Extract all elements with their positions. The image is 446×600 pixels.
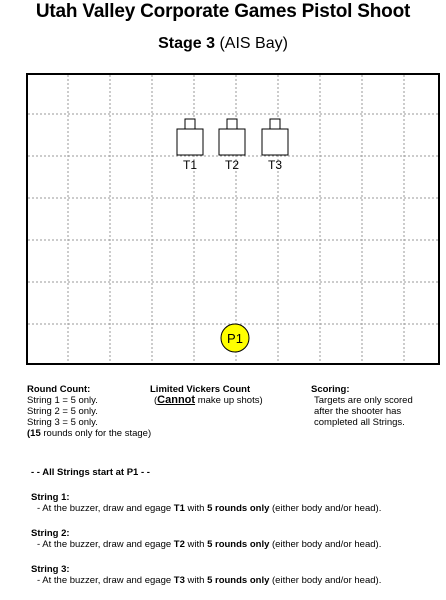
round-count-line: String 2 = 5 only. [27,406,98,417]
page-title: Utah Valley Corporate Games Pistol Shoot [35,1,411,22]
string-label: String 1: [31,492,70,503]
string-item: String 2: - At the buzzer, draw and egag… [31,528,441,550]
string-item: String 1: - At the buzzer, draw and egag… [31,492,441,514]
string-rounds: 5 rounds only [207,539,270,550]
shooting-position-label: P1 [227,331,243,346]
string-text: - At the buzzer, draw and egage [37,575,174,586]
stage-label: Stage 3 [158,35,215,52]
string-text: - At the buzzer, draw and egage [37,539,174,550]
target-label: T1 [183,158,197,172]
scoring-line: completed all Strings. [314,417,405,428]
start-note: - - All Strings start at P1 - - [31,467,150,478]
string-target: T3 [173,575,185,586]
scoring-section: Scoring: Targets are only scored after t… [311,384,413,428]
scoring-line: Targets are only scored [314,395,413,406]
round-count-total: (15 rounds only for the stage) [27,428,151,439]
round-count-total-number: (15 [27,428,41,439]
string-description: - At the buzzer, draw and egage T1 with … [31,503,441,514]
round-count-section: Round Count: String 1 = 5 only. String 2… [27,384,151,439]
string-text: - At the buzzer, draw and egage [37,503,174,514]
target-head [269,118,281,130]
target-group: T1 T2 T3 [176,118,289,172]
stage-location: (AIS Bay) [219,35,288,52]
string-rounds: 5 rounds only [207,575,270,586]
string-instructions: - - All Strings start at P1 - - String 1… [31,467,441,600]
target-body [261,128,289,156]
round-count-line: String 3 = 5 only. [27,417,98,428]
string-rounds: 5 rounds only [207,503,270,514]
string-text: (either body and/or head). [269,503,382,514]
vickers-note-emphasis: Cannot [157,394,196,406]
string-description: - At the buzzer, draw and egage T3 with … [31,575,441,586]
string-target: T1 [173,503,185,514]
vickers-note: (Cannot make up shots) [150,394,263,407]
string-label: String 2: [31,528,70,539]
round-count-total-text: rounds only for the stage) [40,428,152,439]
string-text: (either body and/or head). [269,539,382,550]
scoring-heading: Scoring: [311,384,350,395]
vickers-note-rest: make up shots) [195,395,263,406]
target-label: T2 [225,158,239,172]
string-text: with [184,539,208,550]
string-label: String 3: [31,564,70,575]
string-text: with [184,575,208,586]
target-head [184,118,196,130]
target-body [218,128,246,156]
string-description: - At the buzzer, draw and egage T2 with … [31,539,441,550]
string-item: String 3: - At the buzzer, draw and egag… [31,564,441,586]
stage-diagram: T1 T2 T3 P1 [26,73,440,365]
shooting-position-p1: P1 [220,323,250,353]
stage-layout-svg: T1 T2 T3 P1 [26,73,440,365]
target-label: T3 [268,158,282,172]
vickers-section: Limited Vickers Count (Cannot make up sh… [150,384,263,406]
target-body [176,128,204,156]
string-text: with [184,503,208,514]
scoring-line: after the shooter has [314,406,402,417]
string-target: T2 [173,539,185,550]
stage-boundary [26,73,440,365]
round-count-line: String 1 = 5 only. [27,395,98,406]
stage-heading: Stage 3 (AIS Bay) [0,34,446,54]
round-count-heading: Round Count: [27,384,91,395]
target-head [226,118,238,130]
string-text: (either body and/or head). [269,575,382,586]
